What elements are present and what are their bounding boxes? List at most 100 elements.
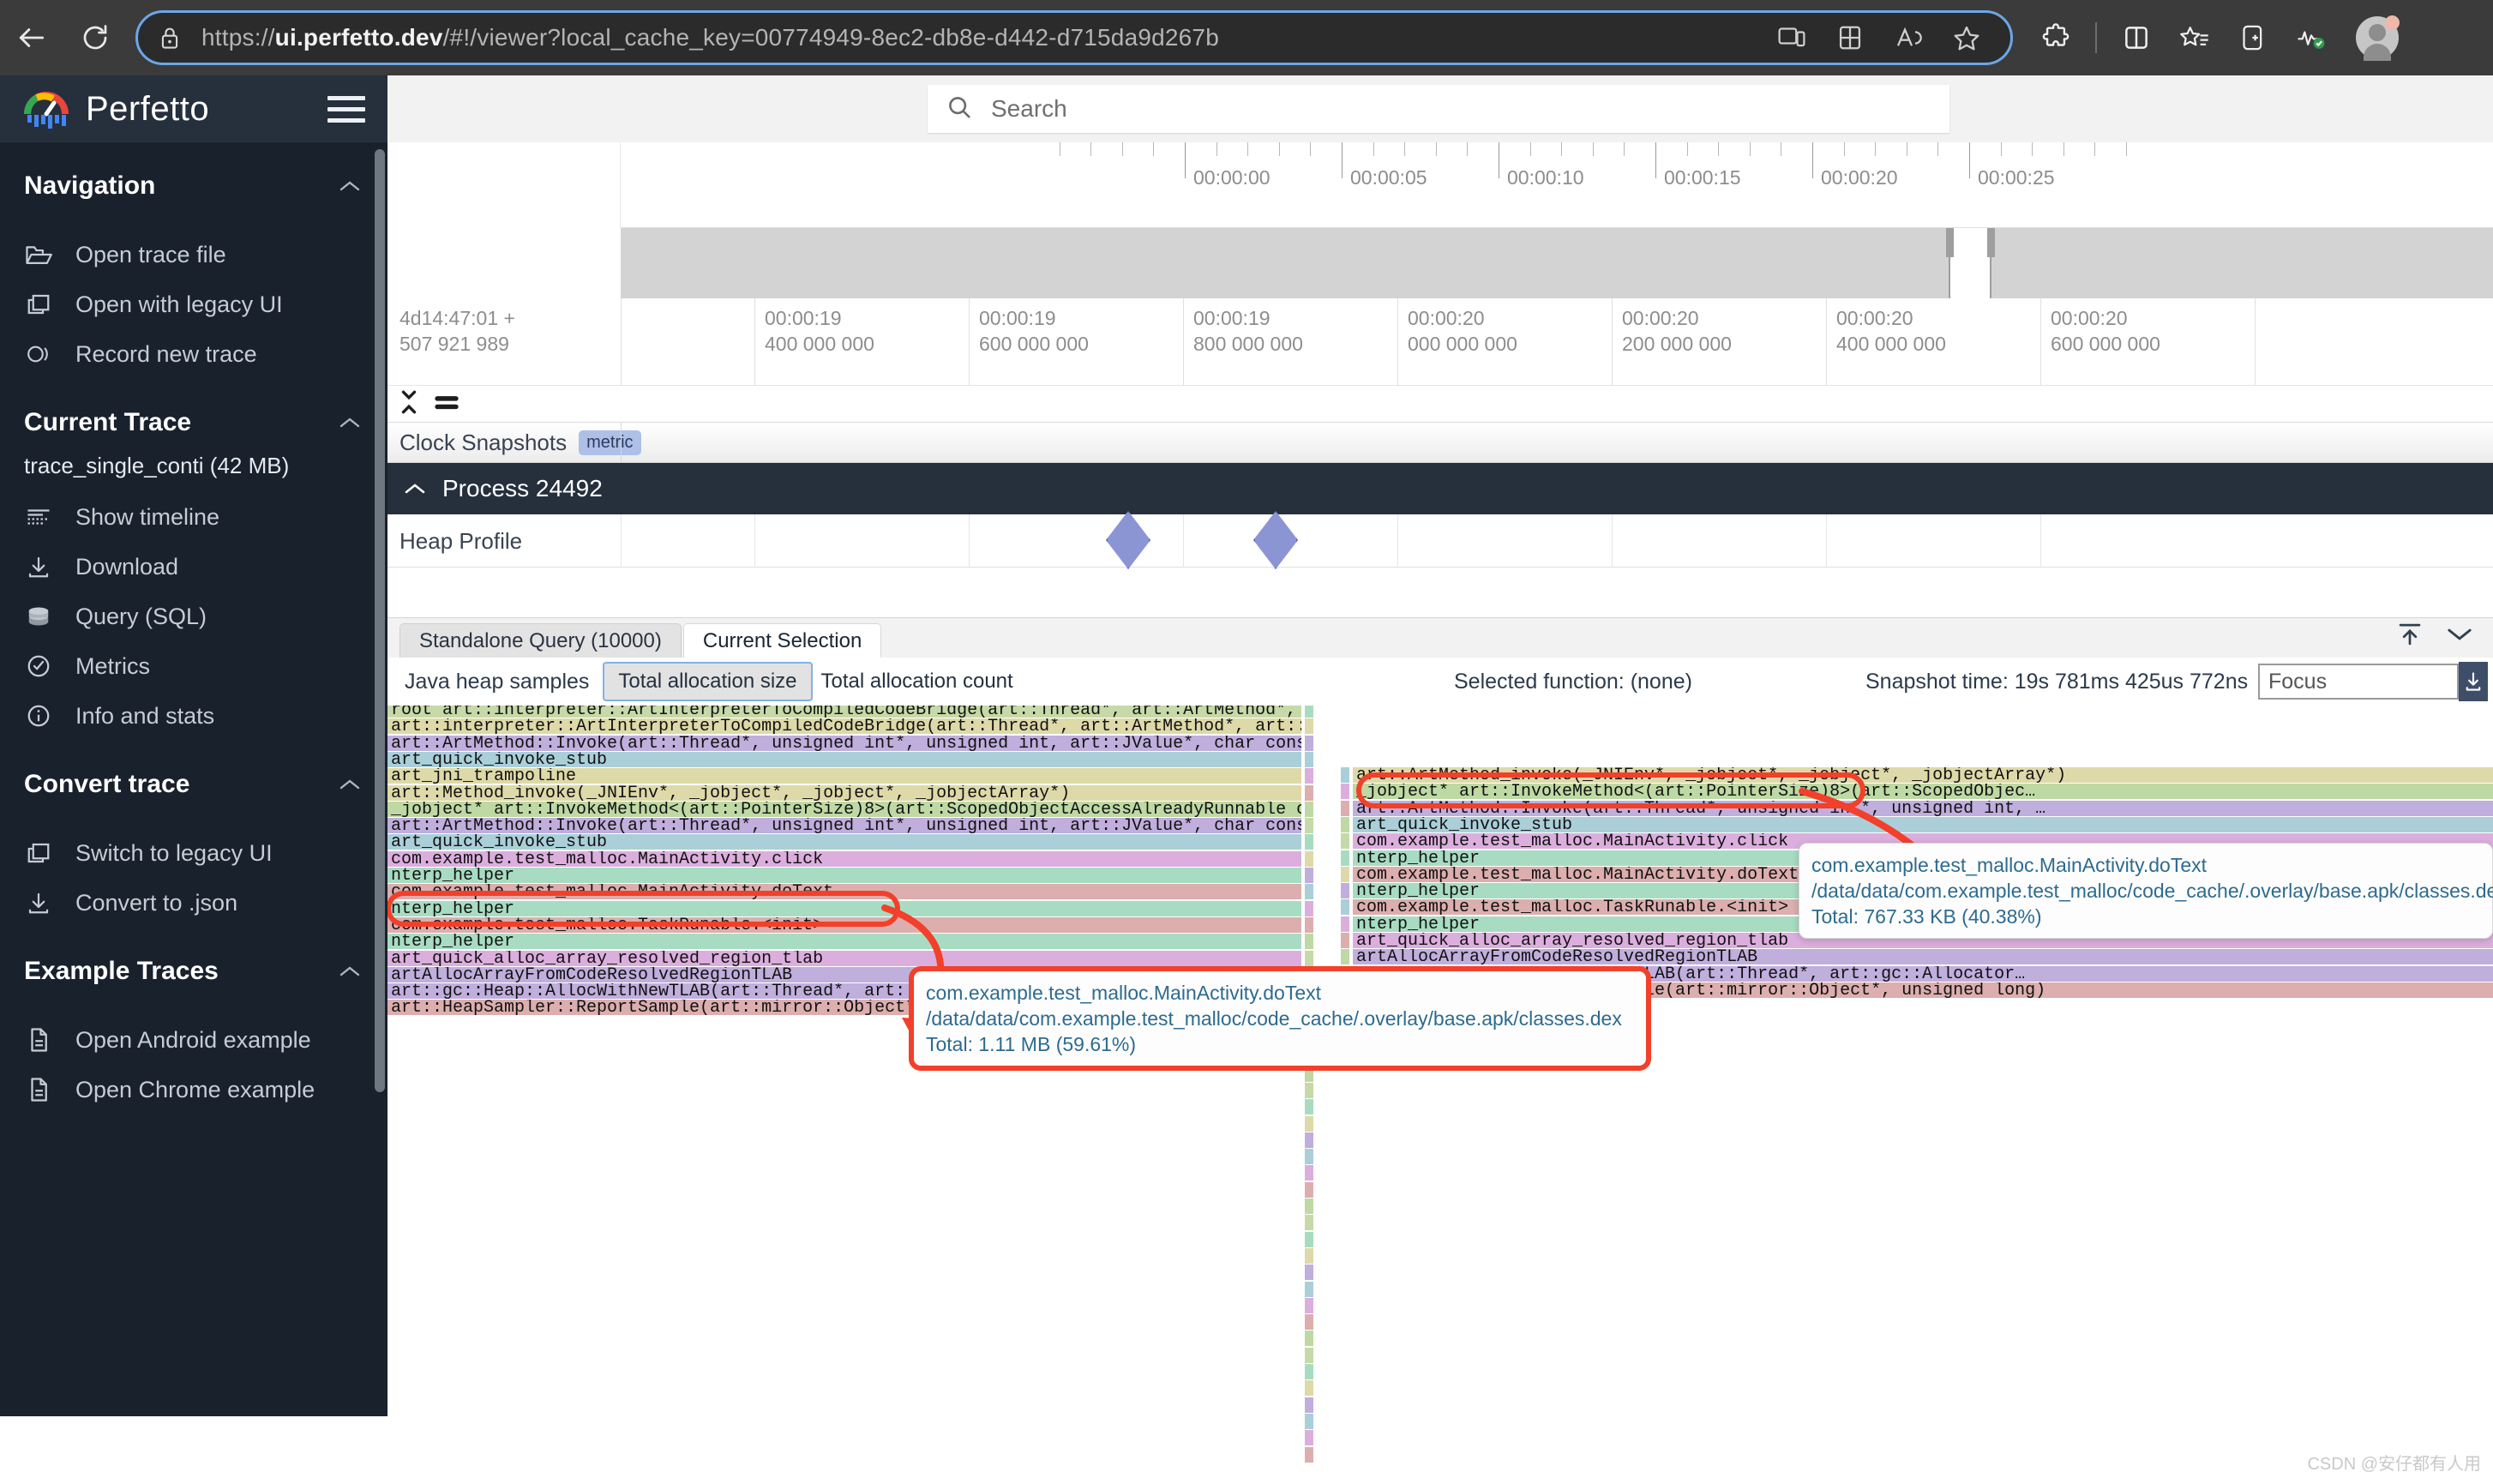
collections-icon[interactable] bbox=[2226, 10, 2280, 65]
flamegraph-frame-sliver[interactable] bbox=[1305, 1132, 1313, 1149]
chevron-up-icon[interactable] bbox=[403, 475, 427, 502]
flamegraph-frame-sliver[interactable] bbox=[1341, 833, 1349, 850]
track-clock-snapshots[interactable]: Clock Snapshots metric bbox=[387, 422, 2493, 464]
favorite-star-icon[interactable] bbox=[1940, 14, 1993, 62]
flamegraph-frame[interactable]: com.example.test_malloc.MainActivity.cli… bbox=[387, 850, 1301, 868]
flamegraph-frame[interactable]: art_quick_invoke_stub bbox=[1353, 816, 2493, 833]
flamegraph-frame-sliver[interactable] bbox=[1305, 1181, 1313, 1199]
flamegraph-frame-sliver[interactable] bbox=[1305, 868, 1313, 884]
flamegraph-frame[interactable]: art::Method_invoke(_JNIEnv*, _jobject*, … bbox=[387, 784, 1301, 802]
flamegraph-frame-sliver[interactable] bbox=[1305, 1265, 1313, 1282]
focus-input[interactable]: Focus bbox=[2258, 664, 2459, 700]
sidebar-item-open-with-legacy-ui[interactable]: Open with legacy UI bbox=[0, 279, 387, 329]
flamegraph[interactable]: root art::interpreter::ArtInterpreterToC… bbox=[387, 706, 2493, 1484]
flamegraph-frame[interactable]: art::ArtMethod_invoke(_JNIEnv*, _jobject… bbox=[1353, 767, 2493, 784]
sidebar-item-open-trace-file[interactable]: Open trace file bbox=[0, 230, 387, 279]
tab-current-selection[interactable]: Current Selection bbox=[682, 623, 882, 658]
flamegraph-frame-sliver[interactable] bbox=[1341, 883, 1349, 900]
flamegraph-frame-sliver[interactable] bbox=[1341, 899, 1349, 916]
sidebar-scrollbar[interactable] bbox=[375, 149, 385, 1092]
tab-standalone-query[interactable]: Standalone Query (10000) bbox=[399, 623, 682, 658]
flamegraph-frame-sliver[interactable] bbox=[1305, 1149, 1313, 1166]
profile-avatar[interactable] bbox=[2356, 15, 2400, 61]
flamegraph-frame-sliver[interactable] bbox=[1341, 916, 1349, 933]
flamegraph-frame-sliver[interactable] bbox=[1305, 718, 1313, 736]
flamegraph-frame-sliver[interactable] bbox=[1305, 916, 1313, 934]
flamegraph-frame[interactable]: art::ArtMethod::Invoke(art::Thread*, uns… bbox=[387, 735, 1301, 752]
flamegraph-frame-sliver[interactable] bbox=[1341, 816, 1349, 833]
flamegraph-frame-sliver[interactable] bbox=[1305, 706, 1313, 718]
sidebar-item-convert-to-json[interactable]: Convert to .json bbox=[0, 878, 387, 928]
flamegraph-frame-sliver[interactable] bbox=[1305, 1199, 1313, 1215]
flamegraph-frame-sliver[interactable] bbox=[1305, 934, 1313, 951]
sidebar-section-current-trace[interactable]: Current Trace bbox=[0, 379, 387, 448]
flamegraph-frame-sliver[interactable] bbox=[1305, 1297, 1313, 1314]
chevron-up-icon[interactable] bbox=[338, 957, 362, 986]
flamegraph-frame[interactable]: nterp_helper bbox=[387, 900, 1301, 917]
flamegraph-frame[interactable]: nterp_helper bbox=[387, 934, 1301, 951]
flamegraph-frame-sliver[interactable] bbox=[1305, 1364, 1313, 1380]
metric-total-allocation-size-button[interactable]: Total allocation size bbox=[603, 662, 813, 701]
sidebar-item-open-chrome-example[interactable]: Open Chrome example bbox=[0, 1065, 387, 1115]
flamegraph-frame-sliver[interactable] bbox=[1305, 1331, 1313, 1348]
heap-profile-marker[interactable] bbox=[1253, 511, 1298, 569]
flamegraph-frame-sliver[interactable] bbox=[1305, 950, 1313, 967]
flamegraph-frame-sliver[interactable] bbox=[1341, 933, 1349, 949]
flamegraph-frame-sliver[interactable] bbox=[1305, 1314, 1313, 1331]
flamegraph-frame[interactable]: art_quick_invoke_stub bbox=[387, 834, 1301, 851]
flamegraph-frame-sliver[interactable] bbox=[1305, 1165, 1313, 1182]
flamegraph-frame-sliver[interactable] bbox=[1305, 850, 1313, 868]
flamegraph-frame-sliver[interactable] bbox=[1305, 1215, 1313, 1232]
flamegraph-frame-sliver[interactable] bbox=[1341, 800, 1349, 817]
flamegraph-frame[interactable]: art::interpreter::ArtInterpreterToCompil… bbox=[387, 718, 1301, 736]
flamegraph-frame-sliver[interactable] bbox=[1305, 784, 1313, 802]
sidebar-section-navigation[interactable]: Navigation bbox=[0, 142, 387, 211]
timeline-overview-minimap[interactable] bbox=[387, 228, 2493, 298]
flamegraph-frame[interactable]: art::ArtMethod::Invoke(art::Thread*, uns… bbox=[1353, 800, 2493, 817]
track-filter-icon[interactable] bbox=[434, 390, 460, 418]
search-input[interactable]: Search bbox=[928, 85, 1949, 133]
flamegraph-frame-sliver[interactable] bbox=[1305, 1446, 1313, 1463]
flamegraph-frame-sliver[interactable] bbox=[1341, 850, 1349, 867]
flamegraph-frame[interactable]: art_jni_trampoline bbox=[387, 768, 1301, 785]
sidebar-item-record-new-trace[interactable]: Record new trace bbox=[0, 329, 387, 379]
sidebar-section-example-traces[interactable]: Example Traces bbox=[0, 928, 387, 996]
flamegraph-frame-sliver[interactable] bbox=[1305, 900, 1313, 917]
flamegraph-frame-sliver[interactable] bbox=[1305, 1397, 1313, 1414]
heap-profile-marker[interactable] bbox=[1106, 511, 1150, 569]
flamegraph-frame-sliver[interactable] bbox=[1305, 1430, 1313, 1447]
refresh-button[interactable] bbox=[63, 6, 127, 69]
split-pane-icon[interactable] bbox=[2109, 10, 2164, 65]
flamegraph-frame-sliver[interactable] bbox=[1305, 1281, 1313, 1298]
split-screen-icon[interactable] bbox=[1823, 14, 1877, 62]
sidebar-item-info-and-stats[interactable]: Info and stats bbox=[0, 691, 387, 741]
flamegraph-frame[interactable]: _jobject* art::InvokeMethod<(art::Pointe… bbox=[1353, 784, 2493, 801]
flamegraph-frame[interactable]: art_quick_invoke_stub bbox=[387, 751, 1301, 768]
flamegraph-frame-sliver[interactable] bbox=[1305, 1082, 1313, 1099]
flamegraph-frame[interactable]: art::ArtMethod::Invoke(art::Thread*, uns… bbox=[387, 818, 1301, 835]
flamegraph-frame-sliver[interactable] bbox=[1341, 784, 1349, 801]
flamegraph-frame-sliver[interactable] bbox=[1305, 1115, 1313, 1133]
flamegraph-frame-sliver[interactable] bbox=[1305, 1099, 1313, 1116]
flamegraph-frame[interactable]: _jobject* art::InvokeMethod<(art::Pointe… bbox=[387, 801, 1301, 818]
flamegraph-frame-sliver[interactable] bbox=[1305, 884, 1313, 901]
flamegraph-frame-sliver[interactable] bbox=[1305, 801, 1313, 818]
metric-total-allocation-count-button[interactable]: Total allocation count bbox=[813, 664, 1022, 700]
panel-collapse-icon[interactable] bbox=[2445, 624, 2474, 649]
chevron-up-icon[interactable] bbox=[338, 770, 362, 799]
chevron-up-icon[interactable] bbox=[338, 171, 362, 201]
process-group-header[interactable]: Process 24492 bbox=[387, 463, 2493, 514]
flamegraph-frame-sliver[interactable] bbox=[1305, 1347, 1313, 1364]
flamegraph-frame-sliver[interactable] bbox=[1305, 751, 1313, 768]
read-aloud-icon[interactable] bbox=[1882, 14, 1935, 62]
flamegraph-frame-sliver[interactable] bbox=[1305, 768, 1313, 785]
flamegraph-frame-sliver[interactable] bbox=[1305, 1231, 1313, 1248]
flamegraph-frame[interactable]: art_quick_alloc_array_resolved_region_tl… bbox=[387, 950, 1301, 967]
flamegraph-frame-sliver[interactable] bbox=[1341, 949, 1349, 966]
flamegraph-frame[interactable]: root art::interpreter::ArtInterpreterToC… bbox=[387, 706, 1301, 718]
chevron-up-icon[interactable] bbox=[338, 408, 362, 437]
browser-essentials-icon[interactable] bbox=[2284, 10, 2339, 65]
flamegraph-frame-sliver[interactable] bbox=[1341, 767, 1349, 784]
sidebar-item-query-sql[interactable]: Query (SQL) bbox=[0, 592, 387, 641]
timeline-ruler[interactable]: 00:00:00 00:00:05 00:00:10 00:00:15 00:00:20… bbox=[387, 142, 2493, 228]
